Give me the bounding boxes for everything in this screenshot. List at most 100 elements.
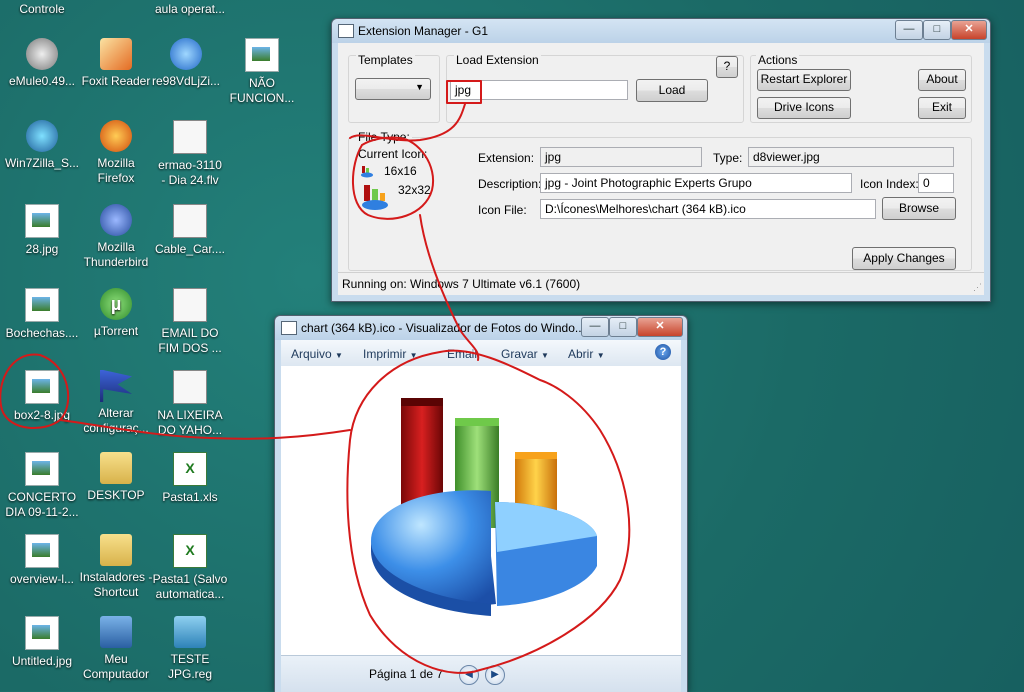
- current-icon-label: Current Icon:: [358, 147, 428, 161]
- desktop-icon-alterar[interactable]: Alterar configuraç...: [76, 370, 156, 436]
- folder-shortcut-icon: [100, 534, 132, 566]
- description-field[interactable]: jpg - Joint Photographic Experts Grupo: [540, 173, 852, 193]
- chevron-down-icon: ▼: [409, 351, 418, 360]
- desktop-icon-28jpg[interactable]: 28.jpg: [2, 204, 82, 257]
- desktop-icon-firefox[interactable]: Mozilla Firefox: [76, 120, 156, 186]
- chart-image: [371, 398, 597, 616]
- foxit-reader-icon: [100, 38, 132, 70]
- desktop-icon-meu-computador[interactable]: Meu Computador: [76, 616, 156, 682]
- extension-manager-client: Templates ▼ Load Extension jpg Load ? Ac…: [338, 43, 984, 295]
- image-file-icon: [245, 38, 279, 72]
- desktop-icon-bochechas[interactable]: Bochechas....: [2, 288, 82, 341]
- extension-manager-titlebar[interactable]: Extension Manager - G1 — □ ✕: [332, 19, 990, 43]
- page-indicator: Página 1 de 7: [369, 667, 444, 681]
- extension-field[interactable]: jpg: [540, 147, 702, 167]
- desktop-label-controle[interactable]: Controle: [2, 2, 82, 17]
- desktop-icon-cablecar[interactable]: Cable_Car....: [150, 204, 230, 257]
- utorrent-icon: µ: [100, 288, 132, 320]
- menu-arquivo[interactable]: Arquivo ▼: [291, 347, 343, 361]
- computer-icon: [100, 616, 132, 648]
- icon-index-field[interactable]: 0: [918, 173, 954, 193]
- minimize-button[interactable]: —: [895, 20, 923, 40]
- desktop-icon-win7zilla[interactable]: Win7Zilla_S...: [2, 120, 82, 171]
- exit-button[interactable]: Exit: [918, 97, 966, 119]
- size-32-label: 32x32: [398, 183, 431, 197]
- icon-file-label: Icon File:: [478, 203, 527, 217]
- desktop-icon-overview[interactable]: overview-l...: [2, 534, 82, 587]
- image-file-icon: [25, 534, 59, 568]
- desktop-icon-box2[interactable]: box2-8.jpg: [2, 370, 82, 423]
- video-file-icon: [173, 204, 207, 238]
- resize-grip-icon[interactable]: ⋰: [973, 282, 982, 293]
- close-button[interactable]: ✕: [951, 20, 987, 40]
- image-file-icon: [25, 204, 59, 238]
- icon-file-field[interactable]: D:\Ícones\Melhores\chart (364 kB).ico: [540, 199, 876, 219]
- menu-imprimir[interactable]: Imprimir ▼: [363, 347, 418, 361]
- apply-changes-button[interactable]: Apply Changes: [852, 247, 956, 270]
- menu-gravar[interactable]: Gravar ▼: [501, 347, 549, 361]
- menu-email[interactable]: Email: [447, 347, 477, 361]
- desktop-icon-teste-reg[interactable]: TESTE JPG.reg: [150, 616, 230, 682]
- desktop-icon-utorrent[interactable]: µ µTorrent: [76, 288, 156, 339]
- photo-viewer-client: Arquivo ▼ Imprimir ▼ Email Gravar ▼ Abri…: [281, 340, 681, 692]
- desktop-icon-emule[interactable]: eMule0.49...: [2, 38, 82, 89]
- emule-icon: [26, 38, 58, 70]
- pie-main-slice: [371, 490, 496, 606]
- load-extension-input[interactable]: jpg: [450, 80, 628, 100]
- registry-file-icon: [174, 616, 206, 648]
- photo-viewer-titlebar[interactable]: chart (364 kB).ico - Visualizador de Fot…: [275, 316, 687, 340]
- desktop-icon-foxit[interactable]: Foxit Reader: [76, 38, 156, 89]
- desktop-icon-untitled[interactable]: Untitled.jpg: [2, 616, 82, 669]
- close-button[interactable]: ✕: [637, 317, 683, 337]
- help-icon[interactable]: ?: [655, 344, 671, 360]
- templates-label: Templates: [356, 53, 415, 67]
- templates-dropdown[interactable]: ▼: [355, 78, 431, 100]
- text-file-icon: [173, 370, 207, 404]
- firefox-icon: [100, 120, 132, 152]
- image-file-icon: [25, 616, 59, 650]
- description-label: Description:: [478, 177, 542, 191]
- desktop-icon-ermao[interactable]: ermao-3110 - Dia 24.flv: [150, 120, 230, 188]
- photo-viewer-app-icon: [281, 321, 297, 335]
- desktop-icon-lixeira[interactable]: NA LIXEIRA DO YAHO...: [150, 370, 230, 438]
- menu-abrir[interactable]: Abrir ▼: [568, 347, 605, 361]
- photo-viewer-title: chart (364 kB).ico - Visualizador de Fot…: [301, 321, 585, 335]
- desktop-icon-re98[interactable]: re98VdLjZi...: [146, 38, 226, 89]
- chevron-down-icon: ▼: [541, 351, 549, 360]
- desktop-icon-desktop-folder[interactable]: DESKTOP: [76, 452, 156, 503]
- maximize-button[interactable]: □: [923, 20, 951, 40]
- chart-large-icon: [360, 183, 390, 213]
- excel-file-icon: X: [173, 534, 207, 568]
- extension-label: Extension:: [478, 151, 535, 165]
- win7zilla-icon: [26, 120, 58, 152]
- chevron-down-icon: ▼: [596, 351, 605, 360]
- maximize-button[interactable]: □: [609, 317, 637, 337]
- about-button[interactable]: About: [918, 69, 966, 91]
- desktop-icon-concerto[interactable]: CONCERTO DIA 09-11-2...: [2, 452, 82, 520]
- desktop-label-aula[interactable]: aula operat...: [150, 2, 230, 17]
- actions-label: Actions: [756, 53, 800, 67]
- photo-viewer-bottombar: Página 1 de 7 ◀ ▶: [281, 655, 681, 692]
- restart-explorer-button[interactable]: Restart Explorer: [757, 69, 851, 91]
- desktop-icon-thunderbird[interactable]: Mozilla Thunderbird: [76, 204, 156, 270]
- help-button[interactable]: ?: [716, 56, 738, 78]
- desktop-icon-pasta1[interactable]: X Pasta1.xls: [150, 452, 230, 505]
- next-arrow-icon[interactable]: ▶: [485, 665, 505, 685]
- chart-small-icon: [360, 164, 374, 178]
- folder-icon: [100, 452, 132, 484]
- desktop-icon-instaladores[interactable]: Instaladores - Shortcut: [76, 534, 156, 600]
- desktop-icon-pasta1-salvo[interactable]: X Pasta1 (Salvo automatica...: [150, 534, 230, 602]
- browse-button[interactable]: Browse: [882, 197, 956, 220]
- size-16-label: 16x16: [384, 164, 417, 178]
- drive-icons-button[interactable]: Drive Icons: [757, 97, 851, 119]
- green-bar-top: [455, 418, 499, 426]
- window-title: Extension Manager - G1: [358, 24, 489, 38]
- orange-bar-top: [515, 452, 557, 459]
- desktop-icon-email[interactable]: EMAIL DO FIM DOS ...: [150, 288, 230, 356]
- minimize-button[interactable]: —: [581, 317, 609, 337]
- desktop-icon-nao[interactable]: NÃO FUNCION...: [222, 38, 302, 106]
- load-button[interactable]: Load: [636, 79, 708, 102]
- previous-arrow-icon[interactable]: ◀: [459, 665, 479, 685]
- type-field[interactable]: d8viewer.jpg: [748, 147, 954, 167]
- image-file-icon: [25, 288, 59, 322]
